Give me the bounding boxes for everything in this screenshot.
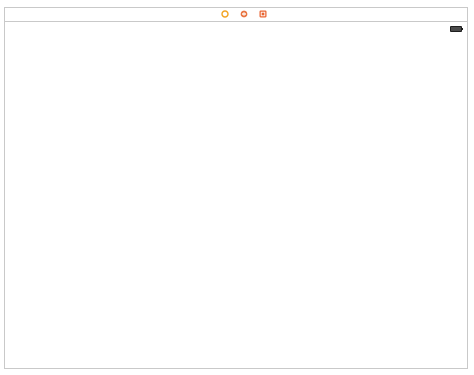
view-controller-icon[interactable] (221, 10, 229, 18)
main-view-canvas[interactable] (5, 22, 467, 368)
exit-icon[interactable] (259, 10, 267, 18)
scene-dock (5, 8, 467, 22)
scene-dock-icons (221, 10, 267, 18)
view-controller-scene[interactable] (4, 7, 468, 369)
first-responder-icon[interactable] (240, 10, 248, 18)
